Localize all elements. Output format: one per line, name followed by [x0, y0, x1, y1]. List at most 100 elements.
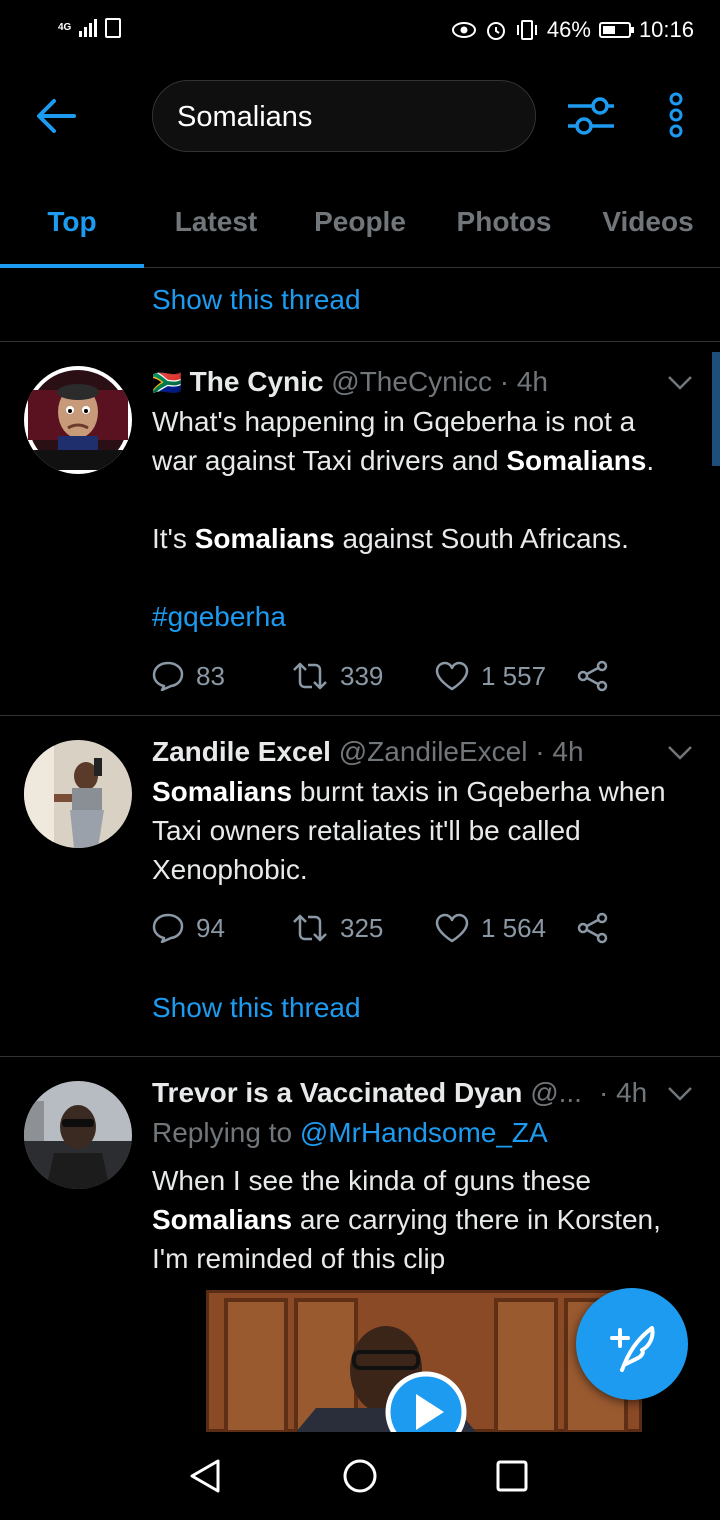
network-type: 4G [58, 22, 72, 33]
tweet[interactable]: 🇿🇦 The Cynic @TheCynicc · 4h What's happ… [0, 342, 720, 715]
author-name[interactable]: The Cynic [190, 366, 324, 397]
retweet-count: 325 [340, 912, 384, 943]
tweet-text: What's happening in Gqeberha is not a wa… [152, 402, 690, 636]
author-name[interactable]: Trevor is a Vaccinated Dyan [152, 1077, 522, 1108]
avatar-image [24, 740, 132, 848]
reply-button[interactable]: 83 [152, 660, 292, 692]
replying-to-link[interactable]: @MrHandsome_ZA [300, 1117, 548, 1148]
play-button[interactable] [384, 1370, 468, 1432]
eye-icon [451, 22, 476, 38]
highlight-term: Somalians [194, 523, 335, 554]
share-icon [577, 660, 608, 692]
show-thread-link[interactable]: Show this thread [152, 992, 361, 1024]
signal-icon [79, 19, 98, 37]
status-bar: 4G 46% 10:16 [0, 0, 720, 62]
sim-icon [105, 18, 122, 38]
nav-home-icon[interactable] [342, 1458, 378, 1494]
tab-top[interactable]: Top [0, 180, 144, 268]
back-arrow-icon[interactable] [34, 96, 78, 136]
tweet-time: · 4h [535, 736, 584, 767]
tweet[interactable]: Zandile Excel @ZandileExcel · 4h Somalia… [0, 716, 720, 1056]
chevron-down-icon[interactable] [668, 746, 692, 760]
battery-percent: 46% [546, 17, 591, 42]
tab-people[interactable]: People [288, 180, 432, 267]
text-span: against South Africans. [342, 523, 629, 554]
highlight-term: Somalians [152, 1204, 293, 1235]
search-header: Somalians [0, 62, 720, 172]
alarm-icon [486, 22, 505, 40]
replying-label: Replying to [152, 1117, 293, 1148]
tweet-line: Xenophobic. [152, 854, 308, 885]
author-handle[interactable]: @... [530, 1077, 582, 1108]
like-button[interactable]: 1 557 [435, 660, 577, 692]
search-input[interactable]: Somalians [152, 80, 536, 152]
reply-icon [152, 913, 184, 943]
text-span: burnt taxis in Gqeberha when [299, 776, 666, 807]
share-button[interactable] [577, 912, 609, 944]
nav-recents-icon[interactable] [496, 1460, 528, 1492]
compose-tweet-button[interactable] [576, 1288, 688, 1400]
tab-videos[interactable]: Videos [576, 180, 720, 267]
tweet-text: When I see the kinda of guns these Somal… [152, 1161, 690, 1278]
tweet-line: war against Taxi drivers and Somalians. [152, 441, 690, 480]
text-span: . [646, 445, 655, 476]
nav-back-icon[interactable] [188, 1458, 222, 1494]
text-span: It's [152, 523, 187, 554]
tweet-time: · 4h [599, 1077, 648, 1108]
tweet-line: I'm reminded of this clip [152, 1243, 446, 1274]
avatar[interactable] [24, 1081, 132, 1189]
highlight-term: Somalians [506, 445, 647, 476]
hashtag-link[interactable]: #gqeberha [152, 597, 690, 636]
author-handle[interactable]: @TheCynicc [331, 366, 492, 397]
more-options-icon[interactable] [664, 92, 688, 138]
tweet-actions: 83 339 1 557 [152, 660, 609, 692]
chevron-down-icon[interactable] [668, 376, 692, 390]
avatar-image [24, 1081, 132, 1189]
tweet-line: When I see the kinda of guns these [152, 1165, 591, 1196]
like-button[interactable]: 1 564 [435, 912, 577, 944]
reply-icon [152, 661, 184, 691]
retweet-button[interactable]: 339 [292, 660, 435, 692]
author-handle[interactable]: @ZandileExcel [339, 736, 528, 767]
highlight-term: Somalians [152, 776, 293, 807]
tweet-line: It's Somalians against South Africans. [152, 519, 690, 558]
tweet-line: What's happening in Gqeberha is not a [152, 406, 636, 437]
battery-icon [598, 22, 634, 38]
avatar[interactable] [24, 740, 132, 848]
tweet-actions: 94 325 1 564 [152, 912, 609, 944]
heart-icon [435, 661, 469, 691]
reply-button[interactable]: 94 [152, 912, 292, 944]
author-name[interactable]: Zandile Excel [152, 736, 331, 767]
like-count: 1 564 [481, 912, 547, 943]
text-span: war against Taxi drivers and [152, 445, 499, 476]
reply-count: 83 [196, 660, 225, 691]
tweet-line: Somalians are carrying there in Korsten, [152, 1200, 690, 1239]
show-thread-link[interactable]: Show this thread [152, 284, 361, 316]
heart-icon [435, 913, 469, 943]
avatar[interactable] [24, 366, 132, 474]
share-button[interactable] [577, 660, 609, 692]
vibrate-icon [516, 20, 537, 40]
clock: 10:16 [638, 17, 694, 42]
chevron-down-icon[interactable] [668, 1087, 692, 1101]
retweet-icon [293, 662, 327, 690]
tweet-time: · 4h [499, 366, 548, 397]
search-query: Somalians [177, 101, 313, 133]
like-count: 1 557 [481, 660, 547, 691]
retweet-icon [293, 914, 327, 942]
tab-photos[interactable]: Photos [432, 180, 576, 267]
avatar-image [28, 370, 128, 470]
tweet-line: Somalians burnt taxis in Gqeberha when [152, 772, 690, 811]
share-icon [577, 912, 608, 944]
country-flag: 🇿🇦 [152, 370, 182, 397]
compose-feather-icon [610, 1326, 655, 1372]
retweet-count: 339 [340, 660, 384, 691]
retweet-button[interactable]: 325 [292, 912, 435, 944]
search-tabs: Top Latest People Photos Videos [0, 180, 720, 268]
system-nav-bar [0, 1432, 720, 1520]
tab-latest[interactable]: Latest [144, 180, 288, 267]
search-filter-icon[interactable] [566, 94, 616, 138]
reply-count: 94 [196, 912, 225, 943]
